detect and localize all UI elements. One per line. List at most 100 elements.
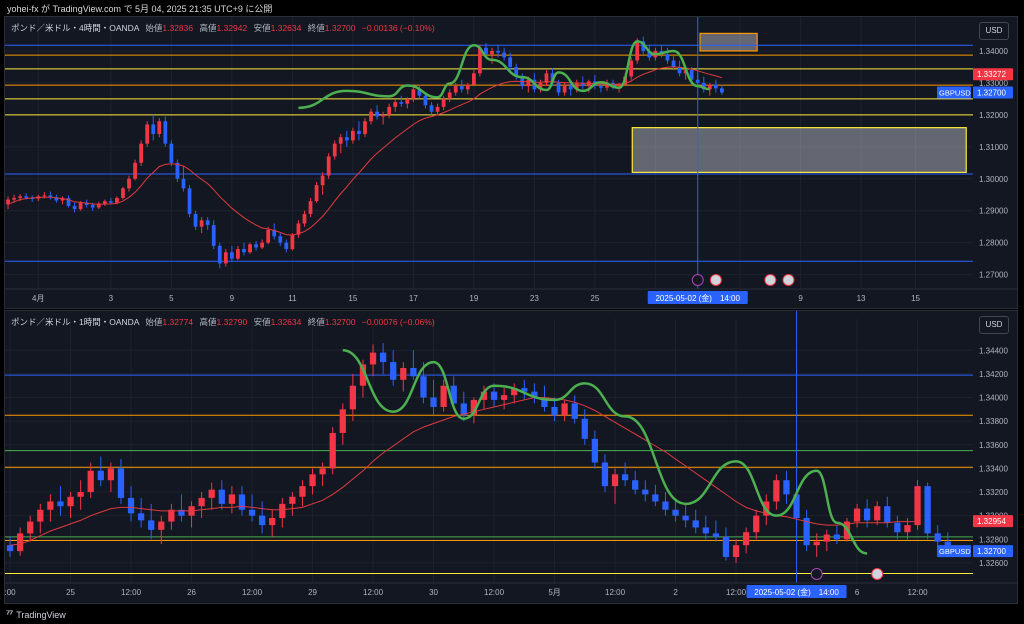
chart-panel-1h[interactable]: 1.326001.328001.330001.332001.334001.336… bbox=[4, 310, 1018, 604]
candle-body bbox=[67, 496, 74, 507]
candle-body bbox=[137, 513, 145, 521]
candle-body bbox=[302, 213, 307, 224]
x-tick-label: 17 bbox=[409, 294, 418, 303]
x-tick-label: 9 bbox=[230, 294, 235, 303]
y-tick-label: 1.34200 bbox=[979, 370, 1008, 379]
x-tick-label: 11 bbox=[288, 294, 297, 303]
candle-body bbox=[133, 162, 137, 179]
x-tick-label: 3 bbox=[109, 294, 114, 303]
candle-body bbox=[508, 57, 513, 67]
candle-body bbox=[813, 541, 820, 546]
candle-body bbox=[441, 98, 446, 107]
us-flag-event-icon bbox=[709, 274, 722, 286]
x-tick-label: 26 bbox=[187, 588, 196, 597]
candle-body bbox=[410, 367, 417, 377]
x-tick-label: :00 bbox=[5, 588, 16, 597]
x-tick-label: 6 bbox=[855, 588, 860, 597]
us-flag-event-icon bbox=[764, 274, 777, 286]
candle-body bbox=[344, 137, 349, 141]
x-tick-label: 5月 bbox=[548, 588, 560, 597]
x-tick-label: 25 bbox=[66, 588, 75, 597]
x-tick-label: 2 bbox=[673, 588, 678, 597]
close-label: 終値 bbox=[307, 317, 325, 327]
y-tick-label: 1.32800 bbox=[979, 535, 1008, 544]
candle-body bbox=[440, 385, 447, 407]
candle-body bbox=[934, 533, 941, 542]
candle-body bbox=[405, 98, 410, 104]
low-value: 1.32634 bbox=[270, 23, 302, 33]
high-label: 高値 bbox=[199, 23, 217, 33]
candle-body bbox=[894, 522, 901, 533]
x-tick-label: 12:00 bbox=[908, 588, 929, 597]
open-value: 1.32774 bbox=[162, 317, 194, 327]
candle-body bbox=[78, 202, 83, 210]
candle-body bbox=[139, 143, 144, 163]
close-value: 1.32700 bbox=[324, 23, 356, 33]
change-value: −0.00076 (−0.06%) bbox=[361, 317, 435, 327]
candle-body bbox=[236, 249, 240, 259]
candle-body bbox=[453, 86, 458, 93]
candle-body bbox=[447, 92, 452, 99]
candle-body bbox=[314, 185, 319, 202]
price-label: 1.33272 bbox=[977, 70, 1006, 79]
candle-body bbox=[742, 532, 750, 546]
candle-body bbox=[665, 54, 670, 61]
candle-body bbox=[217, 245, 222, 264]
y-tick-label: 1.34000 bbox=[979, 47, 1008, 56]
candle-body bbox=[24, 196, 29, 198]
candle-body bbox=[635, 41, 640, 61]
candle-body bbox=[571, 403, 578, 419]
candle-body bbox=[269, 518, 276, 526]
price-label: 1.32700 bbox=[977, 89, 1006, 98]
crosshair-time-label: 2025-05-02 (金) 14:00 bbox=[655, 293, 740, 303]
candle-body bbox=[652, 494, 659, 502]
price-axis bbox=[973, 17, 1017, 307]
candle-body bbox=[682, 515, 689, 521]
candle-body bbox=[127, 497, 135, 514]
candle-body bbox=[369, 352, 377, 365]
candle-body bbox=[551, 406, 558, 416]
candle-body bbox=[211, 225, 216, 246]
price-zone bbox=[699, 32, 758, 52]
chart-title-4h: ポンド／米ドル・4時間・OANDA bbox=[11, 23, 139, 33]
candle-body bbox=[278, 236, 283, 243]
chart-legend-4h: ポンド／米ドル・4時間・OANDA 始値1.32836 高値1.32942 安値… bbox=[11, 22, 435, 34]
candle-body bbox=[57, 501, 64, 507]
price-label: 1.32954 bbox=[977, 517, 1006, 526]
candle-body bbox=[562, 86, 567, 93]
us-flag-event-icon bbox=[871, 568, 884, 580]
candle-body bbox=[308, 201, 313, 214]
y-tick-label: 1.34000 bbox=[979, 394, 1008, 403]
candle-body bbox=[193, 213, 198, 227]
chart-panel-4h[interactable]: 1.27000 1.28000 1.29000 1.30000 1.31000 1.320… bbox=[4, 16, 1018, 309]
currency-button[interactable]: USD bbox=[979, 316, 1009, 334]
candle-body bbox=[107, 468, 115, 481]
candle-body bbox=[500, 395, 508, 400]
open-label: 始値 bbox=[145, 317, 163, 327]
x-tick-label: 9 bbox=[798, 294, 803, 303]
candle-body bbox=[823, 534, 830, 542]
candle-body bbox=[260, 242, 265, 248]
candlestick-chart-1h[interactable]: 1.326001.328001.330001.332001.334001.336… bbox=[5, 311, 1017, 603]
currency-button[interactable]: USD bbox=[979, 22, 1009, 40]
low-label: 安値 bbox=[253, 317, 271, 327]
candle-body bbox=[329, 432, 336, 469]
candle-body bbox=[629, 60, 634, 77]
candle-body bbox=[611, 474, 619, 487]
y-tick-label: 1.29000 bbox=[979, 207, 1008, 216]
candlestick-chart-4h[interactable]: 1.27000 1.28000 1.29000 1.30000 1.31000 1.320… bbox=[5, 17, 1017, 308]
candle-body bbox=[884, 506, 891, 523]
candle-body bbox=[591, 438, 599, 463]
candle-body bbox=[863, 508, 871, 521]
candle-body bbox=[695, 79, 700, 83]
x-tick-label: 15 bbox=[911, 294, 920, 303]
candle-body bbox=[279, 503, 286, 519]
high-label: 高値 bbox=[199, 317, 217, 327]
candle-body bbox=[393, 102, 398, 107]
candle-body bbox=[430, 397, 437, 407]
candle-body bbox=[471, 73, 476, 85]
price-zone bbox=[631, 127, 967, 173]
candle-body bbox=[369, 111, 373, 122]
candle-body bbox=[390, 362, 397, 380]
candle-body bbox=[320, 175, 325, 186]
